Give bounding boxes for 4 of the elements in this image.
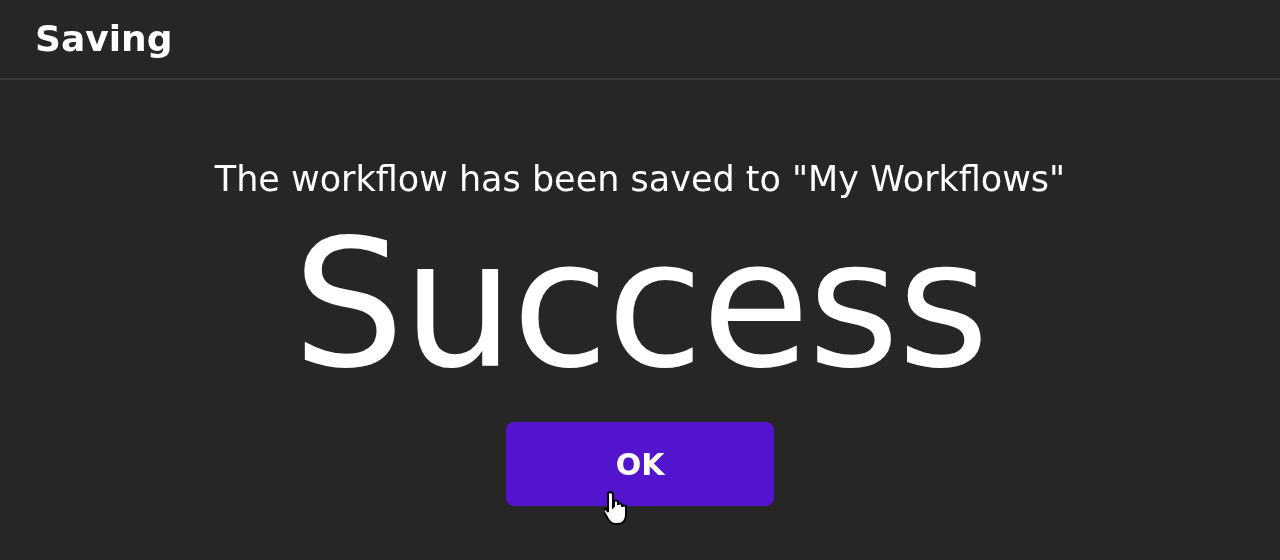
dialog-message: The workflow has been saved to "My Workflows" <box>214 158 1066 200</box>
ok-button[interactable]: OK <box>506 422 774 506</box>
dialog-title: Saving <box>35 21 173 57</box>
success-heading: Success <box>292 218 988 394</box>
